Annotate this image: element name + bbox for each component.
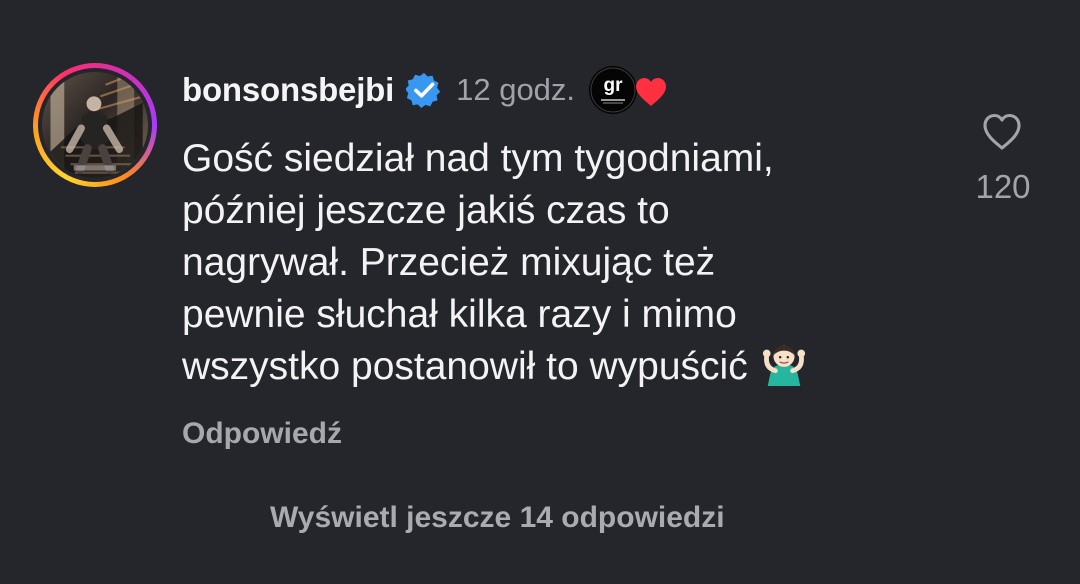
reply-button[interactable]: Odpowiedź xyxy=(182,417,342,451)
creator-heart-icon xyxy=(636,78,667,106)
username-link[interactable]: bonsonsbejbi xyxy=(182,71,394,109)
creator-avatar: gr xyxy=(589,66,638,114)
creator-like-badge: gr xyxy=(589,66,669,114)
comment-time: 12 godz. xyxy=(456,72,576,107)
story-avatar-ring[interactable] xyxy=(33,63,157,187)
creator-avatar-text: gr xyxy=(604,75,624,96)
avatar-gap xyxy=(38,68,152,182)
comment-line-5: wszystko postanowił to wypuścić xyxy=(182,345,748,388)
like-count: 120 xyxy=(975,168,1031,205)
comment-line-4: pewnie słuchał kilka razy i mimo xyxy=(182,293,737,336)
comment-header: bonsonsbejbi 12 godz. gr xyxy=(182,66,669,114)
comment-like-control[interactable]: 120 xyxy=(968,106,1038,216)
comment-line-3: nagrywał. Przecież mixując też xyxy=(182,241,716,284)
comment-text: Gość siedział nad tym tygodniami, późnie… xyxy=(182,133,917,393)
comment-line-5-wrap: wszystko postanowił to wypuścić xyxy=(182,341,917,393)
comment-line-2: później jeszcze jakiś czas to xyxy=(182,189,670,232)
heart-outline-icon[interactable] xyxy=(980,110,1024,154)
person-shrugging-emoji xyxy=(762,345,805,387)
comment-item: bonsonsbejbi 12 godz. gr Gość siedział n… xyxy=(0,0,1080,584)
user-avatar[interactable] xyxy=(42,72,148,178)
comment-line-1: Gość siedział nad tym tygodniami, xyxy=(182,137,774,180)
view-more-replies-button[interactable]: Wyświetl jeszcze 14 odpowiedzi xyxy=(270,501,725,535)
verified-badge-icon xyxy=(406,72,441,108)
